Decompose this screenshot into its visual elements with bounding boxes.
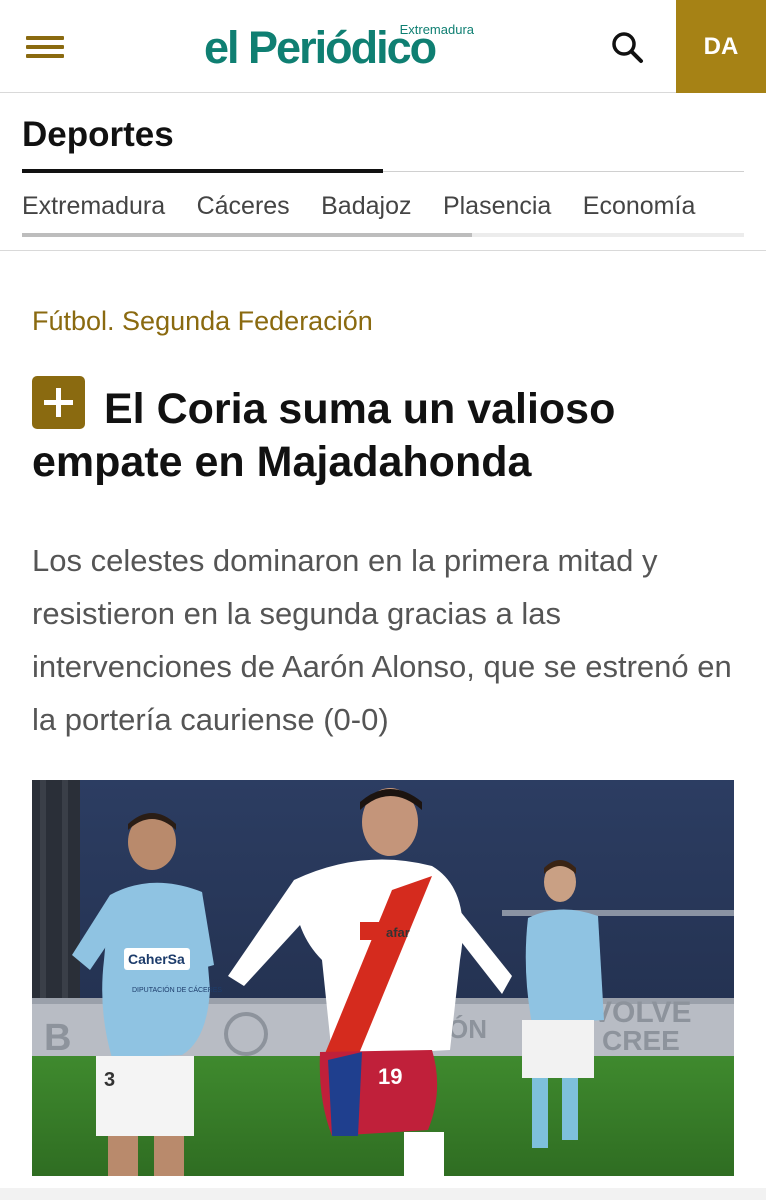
article-kicker[interactable]: Fútbol. Segunda Federación	[32, 306, 373, 337]
logo-region: Extremadura	[399, 22, 474, 37]
shirt-brand: afar	[386, 925, 410, 940]
board-text-right2: CREE	[602, 1025, 680, 1056]
headline-text: El Coria suma un valioso empate en Majad…	[32, 385, 616, 486]
site-logo[interactable]: el Periódico Extremadura	[204, 18, 476, 78]
subnav-item-plasencia[interactable]: Plasencia	[443, 192, 551, 221]
top-bar: el Periódico Extremadura DA	[0, 0, 766, 93]
section-title-underline	[22, 169, 383, 173]
article-standfirst: Los celestes dominaron en la primera mit…	[32, 543, 732, 737]
search-icon[interactable]	[608, 28, 648, 68]
nav-divider	[0, 250, 766, 251]
section-title[interactable]: Deportes	[22, 115, 174, 155]
subnav-scrollbar-thumb[interactable]	[22, 233, 472, 237]
jersey-number-center: 19	[378, 1064, 402, 1089]
section-divider	[383, 171, 744, 172]
sponsor-subtext: DIPUTACIÓN DE CÁCERES	[132, 985, 222, 994]
article-photo[interactable]: B CIÓN VOLVE CREE CaherSa DIPUTACIÓN DE …	[32, 780, 734, 1176]
user-account-button[interactable]: DA	[676, 0, 766, 93]
article-headline: El Coria suma un valioso empate en Majad…	[32, 376, 732, 489]
plus-icon	[32, 376, 85, 429]
sponsor-text: CaherSa	[128, 951, 185, 967]
subsection-nav: Extremadura Cáceres Badajoz Plasencia Ec…	[22, 192, 766, 232]
subnav-item-caceres[interactable]: Cáceres	[197, 192, 290, 221]
page-bottom-edge	[0, 1188, 766, 1200]
svg-text:B: B	[44, 1017, 71, 1059]
jersey-number-left: 3	[104, 1069, 115, 1091]
subnav-item-economia[interactable]: Economía	[583, 192, 696, 221]
subnav-item-badajoz[interactable]: Badajoz	[321, 192, 411, 221]
hamburger-menu-icon[interactable]	[22, 30, 66, 64]
subnav-item-extremadura[interactable]: Extremadura	[22, 192, 165, 221]
